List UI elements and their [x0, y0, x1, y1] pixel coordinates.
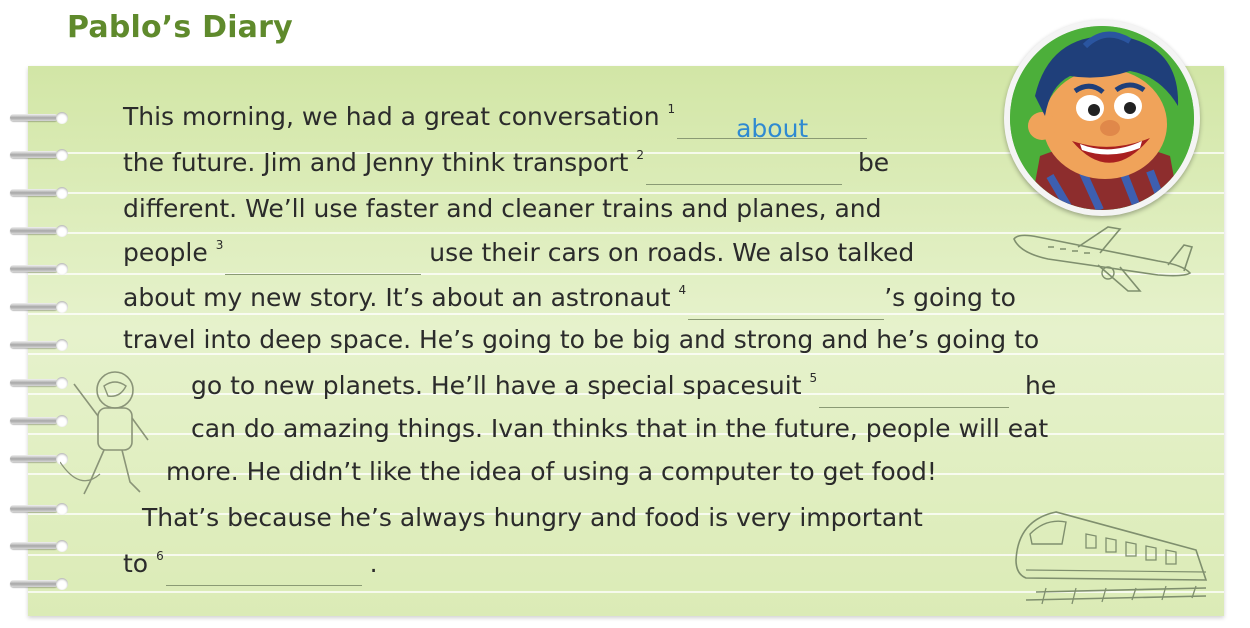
binding-ring [10, 111, 72, 125]
blank-6[interactable] [165, 558, 362, 586]
blank-2[interactable] [646, 157, 843, 185]
diary-title: Pablo’s Diary [67, 10, 293, 45]
binding-ring [10, 148, 72, 162]
blank-1[interactable]: about [677, 111, 868, 143]
notebook-binding [0, 0, 90, 628]
blank-4[interactable] [688, 292, 885, 320]
binding-ring [10, 262, 72, 276]
pablo-avatar [1004, 20, 1200, 216]
blank-number: 6 [156, 549, 164, 563]
text-line: This morning, we had a great conversatio… [123, 99, 868, 143]
text-line: people 3 use their cars on roads. We als… [123, 235, 914, 275]
text-line: That’s because he’s always hungry and fo… [142, 503, 923, 532]
binding-ring [10, 300, 72, 314]
binding-ring [10, 539, 72, 553]
blank-3[interactable] [225, 247, 422, 275]
text-line: can do amazing things. Ivan thinks that … [191, 414, 1049, 443]
blank-number: 2 [636, 148, 645, 162]
blank-number: 3 [215, 238, 224, 252]
blank-1-answer: about [736, 114, 809, 143]
astronaut-sketch [60, 371, 149, 495]
blank-number: 4 [678, 283, 687, 297]
blank-5[interactable] [819, 380, 1010, 408]
text-line: travel into deep space. He’s going to be… [123, 325, 1040, 354]
text-line: more. He didn’t like the idea of using a… [166, 457, 937, 486]
text-line: to 6 . [123, 546, 378, 586]
text-line: go to new planets. He’ll have a special … [191, 368, 1056, 408]
blank-number: 1 [667, 102, 676, 116]
text-line: different. We’ll use faster and cleaner … [123, 194, 882, 223]
binding-ring [10, 186, 72, 200]
binding-ring [10, 577, 72, 591]
binding-ring [10, 224, 72, 238]
text-line: about my new story. It’s about an astron… [123, 280, 1016, 320]
text-line: the future. Jim and Jenny think transpor… [123, 145, 889, 185]
binding-ring [10, 502, 72, 516]
train-sketch [1015, 511, 1208, 605]
airplane-sketch [1013, 226, 1194, 292]
binding-ring [10, 338, 72, 352]
blank-number: 5 [809, 371, 818, 385]
